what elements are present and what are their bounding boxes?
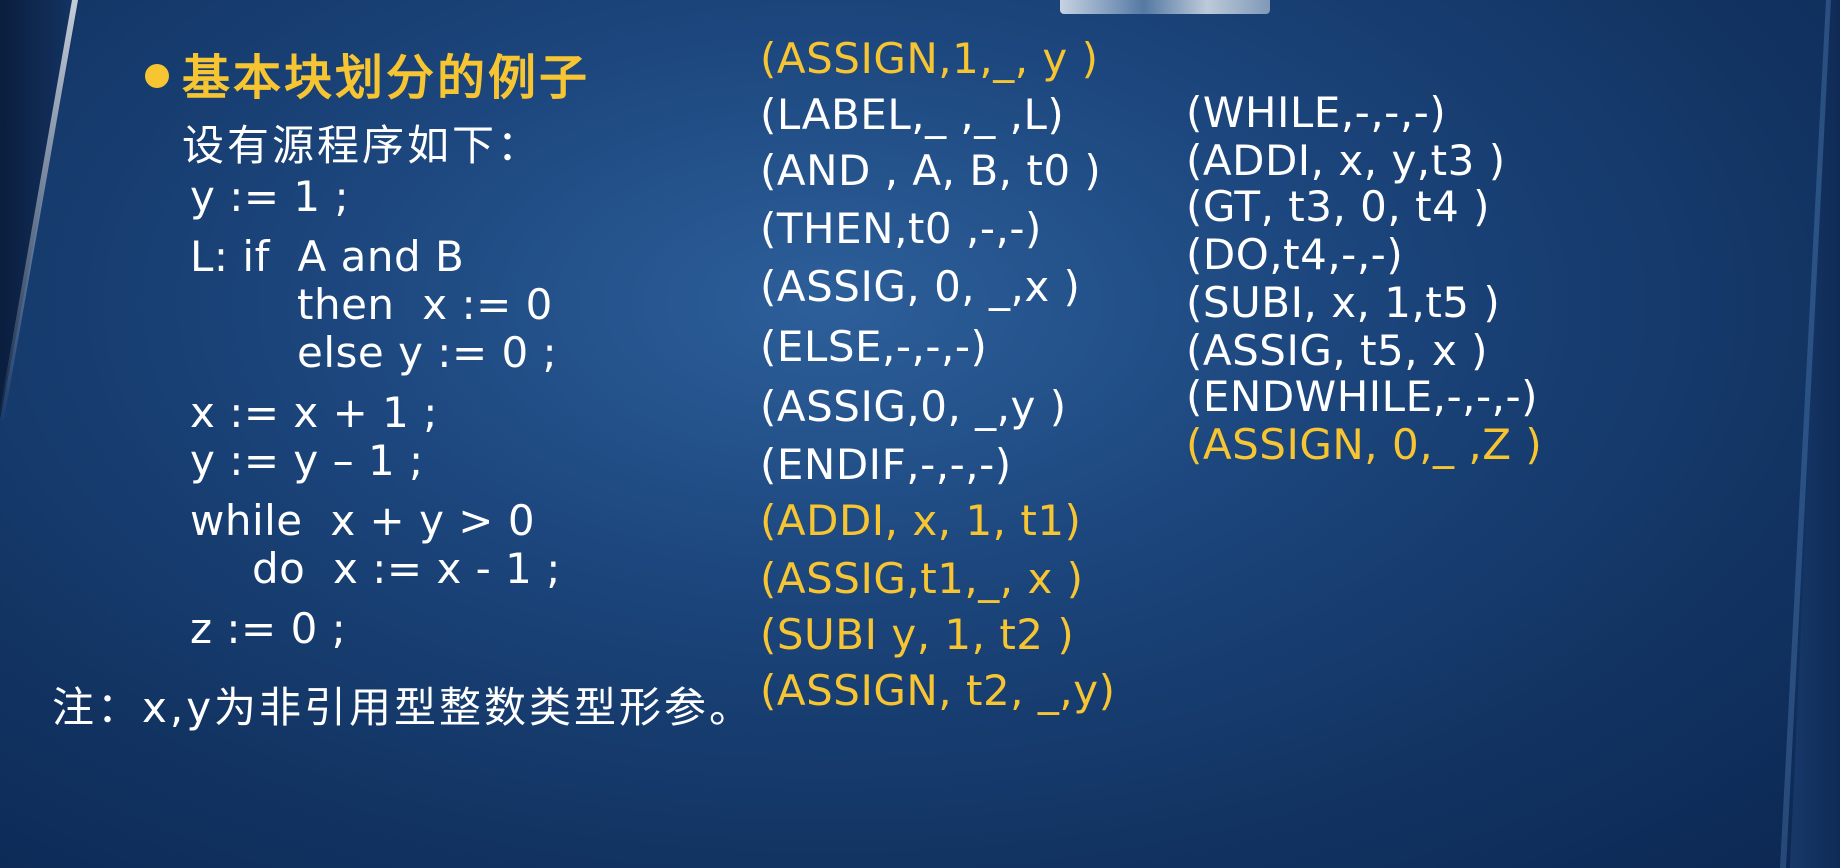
source-line: else y := 0 ; (297, 328, 558, 377)
left-quadruple: (SUBI y, 1, t2 ) (760, 610, 1075, 659)
source-line: then x := 0 (297, 280, 553, 329)
slide-left-edge (0, 0, 80, 420)
source-line: y := 1 ; (190, 172, 350, 221)
left-quadruple: (ASSIGN, t2, _,y) (760, 666, 1116, 715)
left-quadruple: (THEN,t0 ,-,-) (760, 204, 1042, 253)
source-line: L: if A and B (190, 232, 465, 281)
left-quadruple: (ELSE,-,-,-) (760, 322, 988, 371)
left-quadruple: (ASSIG, 0, _,x ) (760, 262, 1081, 311)
left-quadruple: (ASSIGN,1,_, y ) (760, 34, 1099, 83)
note-text: 注：x,y为非引用型整数类型形参。 (52, 683, 755, 732)
right-quadruple: (DO,t4,-,-) (1186, 230, 1404, 279)
source-line: x := x + 1 ; (190, 388, 438, 437)
source-line: while x + y > 0 (190, 496, 536, 545)
source-line: z := 0 ; (190, 604, 347, 653)
right-quadruple: (ENDWHILE,-,-,-) (1186, 372, 1539, 421)
right-quadruple: (ASSIG, t5, x ) (1186, 326, 1489, 375)
intro-text: 设有源程序如下： (182, 121, 543, 170)
logo-fragment (1060, 0, 1270, 14)
source-line: y := y – 1 ; (190, 436, 424, 485)
bullet-icon (145, 64, 169, 88)
left-quadruple: (ASSIG,t1,_, x ) (760, 554, 1084, 603)
left-quadruple: (AND , A, B, t0 ) (760, 146, 1102, 195)
right-quadruple: (WHILE,-,-,-) (1186, 88, 1447, 137)
right-quadruple: (SUBI, x, 1,t5 ) (1186, 278, 1501, 327)
left-quadruple: (ENDIF,-,-,-) (760, 440, 1012, 489)
right-quadruple: (ASSIGN, 0,_ ,Z ) (1186, 420, 1543, 469)
slide-title: 基本块划分的例子 (182, 50, 591, 106)
left-quadruple: (LABEL,_ ,_ ,L) (760, 90, 1065, 139)
left-quadruple: (ADDI, x, 1, t1) (760, 496, 1082, 545)
right-quadruple: (ADDI, x, y,t3 ) (1186, 136, 1506, 185)
left-quadruple: (ASSIG,0, _,y ) (760, 382, 1067, 431)
right-quadruple: (GT, t3, 0, t4 ) (1186, 182, 1491, 231)
source-line: do x := x - 1 ; (252, 544, 561, 593)
